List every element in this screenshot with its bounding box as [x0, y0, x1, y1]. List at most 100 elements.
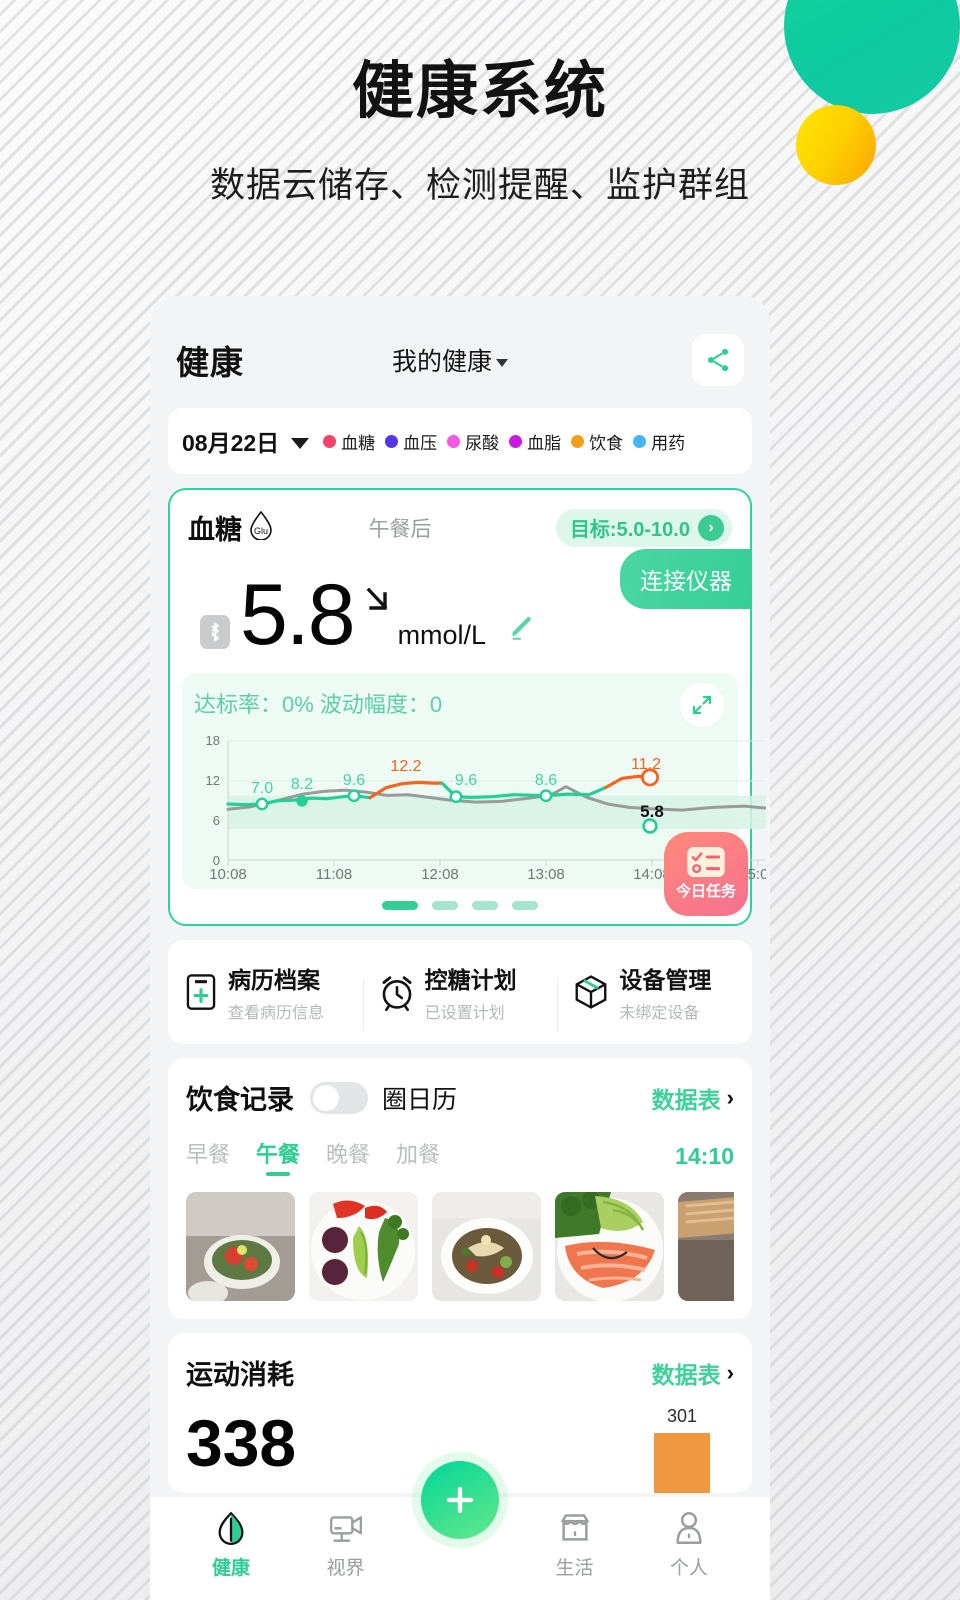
food-photo-row[interactable] [186, 1192, 734, 1301]
meal-tabs: 早餐 午餐 晚餐 加餐 14:10 [186, 1137, 734, 1176]
chevron-right-icon: › [726, 1084, 734, 1110]
food-photo[interactable] [678, 1192, 734, 1301]
nav-label: 生活 [555, 1558, 594, 1579]
calendar-toggle-label: 圈日历 [382, 1085, 458, 1114]
svg-text:12:08: 12:08 [421, 866, 459, 879]
video-camera-icon [329, 1516, 362, 1542]
nav-item-profile[interactable]: 个人 [634, 1511, 744, 1580]
pagination-dot[interactable] [472, 901, 498, 910]
header-dropdown[interactable]: 我的健康 [208, 342, 692, 378]
nav-label: 视界 [326, 1558, 365, 1579]
tab-dinner[interactable]: 晚餐 [326, 1137, 370, 1176]
diet-card-header: 饮食记录 圈日历 数据表 › [186, 1078, 734, 1117]
header-title-label: 我的健康 [391, 348, 492, 376]
alarm-clock-icon [382, 976, 412, 1011]
svg-text:8.6: 8.6 [535, 772, 557, 789]
legend-item-medication[interactable]: 用药 [633, 429, 685, 454]
nav-item-vision[interactable]: 视界 [291, 1511, 401, 1580]
bottom-navigation: 健康 视界 生活 个人 [150, 1461, 770, 1600]
chevron-down-icon[interactable] [291, 437, 310, 449]
svg-text:10:08: 10:08 [209, 866, 247, 879]
nav-item-life[interactable]: 生活 [520, 1511, 630, 1580]
add-record-fab[interactable] [421, 1461, 499, 1539]
target-range-button[interactable]: 目标:5.0-10.0 › [555, 508, 732, 547]
nav-label: 健康 [211, 1558, 250, 1579]
svg-text:13:08: 13:08 [527, 866, 565, 879]
today-task-button[interactable]: 今日任务 [664, 832, 748, 916]
chart-stats-row: 达标率：0% 波动幅度：0 [194, 687, 726, 719]
bluetooth-icon[interactable] [200, 615, 230, 649]
glucose-card-title: 血糖 [188, 515, 242, 545]
page-subtitle: 数据云储存、检测提醒、监护群组 [209, 166, 750, 206]
svg-text:7.0: 7.0 [251, 780, 273, 797]
exercise-bar-chart: 301 [654, 1406, 710, 1493]
pencil-icon[interactable] [508, 614, 536, 647]
tab-snack[interactable]: 加餐 [396, 1137, 440, 1176]
pagination-dot[interactable] [432, 901, 458, 910]
legend-item-blood-glucose[interactable]: 血糖 [323, 429, 375, 454]
svg-text:6: 6 [213, 813, 220, 828]
date-legend-bar[interactable]: 08月22日 血糖 血压 尿酸 血脂 饮食 用药 [168, 408, 752, 474]
svg-text:9.6: 9.6 [343, 772, 365, 789]
pagination-dot[interactable] [512, 901, 538, 910]
target-range-label: 目标:5.0-10.0 [569, 519, 690, 541]
legend-dot [385, 434, 399, 448]
quick-action-sugar-plan[interactable]: 控糖计划 已设置计划 [362, 961, 558, 1031]
food-photo[interactable] [555, 1192, 664, 1301]
quick-action-subtitle: 未绑定设备 [619, 1005, 700, 1022]
svg-text:12: 12 [206, 773, 220, 788]
data-table-label: 数据表 [651, 1361, 721, 1388]
tab-lunch[interactable]: 午餐 [256, 1137, 300, 1176]
meal-time-label: 14:10 [675, 1143, 734, 1169]
exercise-data-table-link[interactable]: 数据表 › [652, 1356, 734, 1390]
blood-glucose-card: 血糖 Glu 午餐后 目标:5.0-10.0 › 5.8 mmol/L 连接仪器… [168, 488, 766, 926]
checklist-icon [687, 847, 725, 877]
date-label: 08月22日 [182, 430, 280, 456]
phone-mockup: 健康 我的健康 08月22日 血糖 血压 尿酸 血脂 饮食 用药 血糖 Glu … [150, 296, 770, 1600]
legend-item-blood-lipid[interactable]: 血脂 [509, 429, 561, 454]
page-title: 健康系统 [351, 57, 608, 126]
chevron-right-icon: › [698, 514, 724, 541]
nav-item-health[interactable]: 健康 [176, 1511, 286, 1580]
glucose-chart[interactable]: 18 12 6 0 7.0 8.2 9.6 12.2 9.6 8.6 11.2 … [194, 729, 766, 879]
carousel-pagination[interactable] [170, 889, 750, 924]
quick-action-device-management[interactable]: 设备管理 未绑定设备 [557, 961, 752, 1031]
glucose-chart-panel: 达标率：0% 波动幅度：0 18 12 6 0 7.0 8.2 9.6 12.2… [182, 673, 766, 889]
exercise-bar-label: 301 [666, 1406, 698, 1426]
legend-label: 尿酸 [465, 433, 500, 453]
share-button[interactable] [692, 334, 744, 386]
expand-chart-button[interactable] [680, 683, 724, 727]
today-task-label: 今日任务 [675, 883, 736, 900]
legend-item-blood-pressure[interactable]: 血压 [385, 429, 437, 454]
legend-label: 用药 [651, 433, 686, 453]
trend-down-arrow-icon [360, 582, 394, 623]
share-icon [707, 348, 729, 372]
chart-stats-label: 达标率：0% 波动幅度：0 [194, 692, 443, 717]
legend-item-diet[interactable]: 饮食 [571, 429, 623, 454]
pagination-dot[interactable] [382, 901, 418, 910]
connect-device-button[interactable]: 连接仪器 [620, 549, 752, 609]
quick-action-medical-record[interactable]: 病历档案 查看病历信息 [168, 961, 363, 1023]
legend-label: 血糖 [341, 433, 376, 453]
person-icon [676, 1512, 702, 1544]
legend-dot [571, 434, 585, 448]
legend-item-uric-acid[interactable]: 尿酸 [447, 429, 499, 454]
nav-label: 个人 [669, 1558, 708, 1579]
app-header: 健康 我的健康 [150, 296, 770, 392]
diet-data-table-link[interactable]: 数据表 › [652, 1081, 734, 1115]
diet-card-title: 饮食记录 [186, 1085, 294, 1115]
store-icon [560, 1514, 589, 1541]
tab-breakfast[interactable]: 早餐 [186, 1137, 230, 1176]
food-photo[interactable] [186, 1192, 295, 1301]
plus-icon [446, 1486, 474, 1514]
calendar-toggle[interactable] [310, 1081, 368, 1114]
glucose-reading-row: 5.8 mmol/L 连接仪器 [170, 547, 752, 658]
quick-action-subtitle: 查看病历信息 [228, 1005, 325, 1022]
hero-section: 健康系统 数据云储存、检测提醒、监护群组 [0, 56, 960, 208]
quick-action-subtitle: 已设置计划 [424, 1005, 505, 1022]
svg-text:9.6: 9.6 [455, 772, 477, 789]
svg-text:11.2: 11.2 [631, 756, 661, 773]
food-photo[interactable] [309, 1192, 418, 1301]
legend-label: 血脂 [527, 433, 562, 453]
food-photo[interactable] [432, 1192, 541, 1301]
